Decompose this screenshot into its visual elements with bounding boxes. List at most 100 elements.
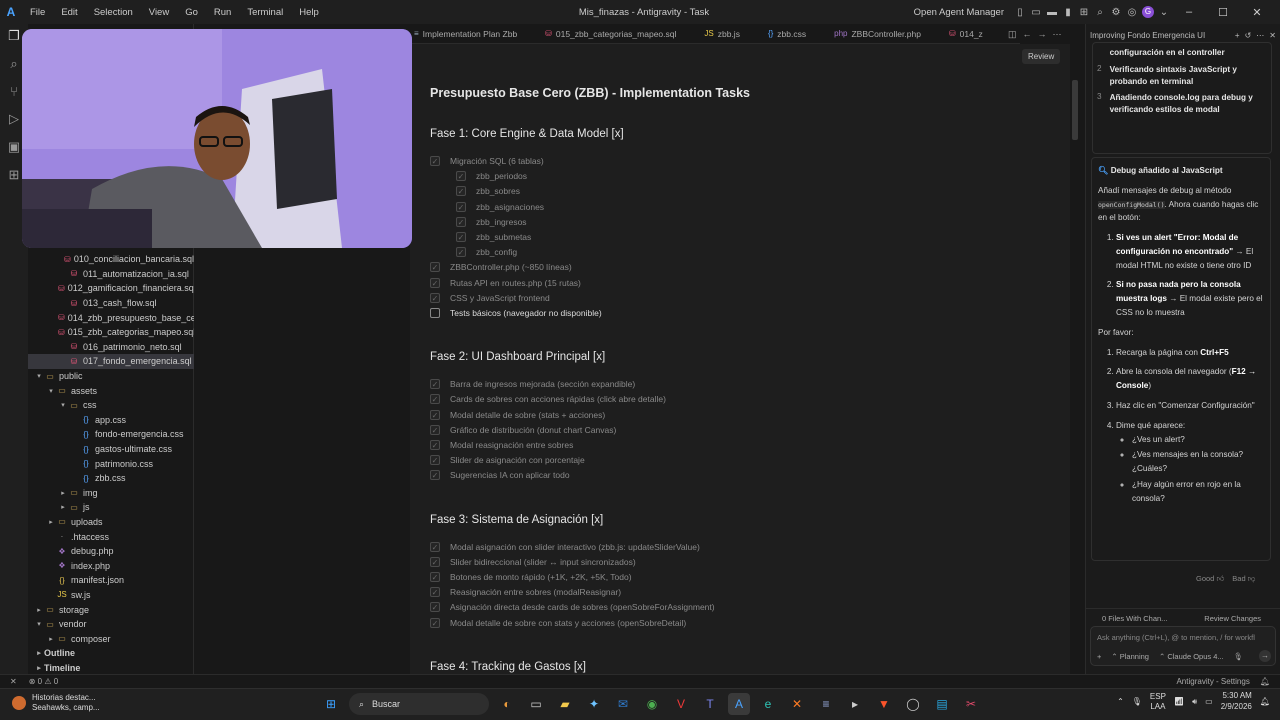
search-icon[interactable]: ⌕ (1094, 7, 1106, 18)
menu-run[interactable]: Run (206, 7, 239, 18)
terminal-icon[interactable]: ▸ (844, 693, 866, 715)
section-outline[interactable]: ▸ Outline (28, 646, 194, 661)
layout-bottom-icon[interactable]: ▬ (1046, 7, 1058, 18)
tray-chevron-icon[interactable]: ⌃ (1117, 697, 1124, 706)
menu-file[interactable]: File (22, 7, 53, 18)
tree-item[interactable]: ❖ debug.php (28, 544, 194, 559)
tree-item[interactable]: ⛁ 013_cash_flow.sql (28, 296, 194, 311)
sourcetree-icon[interactable]: ▤ (931, 693, 953, 715)
tree-item[interactable]: ⛁ 014_zbb_presupuesto_base_ce... (28, 310, 194, 325)
menu-terminal[interactable]: Terminal (239, 7, 291, 18)
extensions-icon[interactable]: ⊞ (9, 167, 20, 183)
taskbar-search[interactable]: ⌕ Buscar (349, 693, 489, 715)
chevron-down-icon[interactable]: ⌄ (1158, 7, 1170, 18)
tree-item[interactable]: {} patrimonio.css (28, 456, 194, 471)
news-widget[interactable]: Historias destac... Seahawks, camp... (12, 693, 100, 713)
minimize-button[interactable]: – (1174, 6, 1204, 18)
mic-tray-icon[interactable]: 🎙︎ (1132, 697, 1142, 706)
split-editor-icon[interactable]: ◫ (1008, 29, 1017, 40)
tree-item[interactable]: · .htaccess (28, 529, 194, 544)
editor-tab[interactable]: ⛁ 015_zbb_categorias_mapeo.sql (531, 29, 690, 39)
github-icon[interactable]: ◯ (902, 693, 924, 715)
language-indicator[interactable]: ESP LAA (1150, 692, 1166, 711)
explorer-icon[interactable]: ❐ (8, 28, 20, 44)
task-checkbox[interactable]: ✓ (456, 186, 466, 197)
chat-close-icon[interactable]: ✕ (1269, 31, 1276, 40)
task-view-icon[interactable]: ▭ (525, 693, 547, 715)
outlook-icon[interactable]: ✉ (612, 693, 634, 715)
copilot-icon[interactable]: ✦ (583, 693, 605, 715)
task-checkbox[interactable]: ✓ (430, 292, 440, 303)
tree-item[interactable]: {} manifest.json (28, 573, 194, 588)
remote-indicator-icon[interactable]: ✕ (10, 677, 17, 686)
editor-tab[interactable]: php ZBBController.php (820, 29, 935, 39)
task-checkbox[interactable]: ✓ (430, 541, 440, 552)
mode-selector[interactable]: ⌃ Planning (1111, 652, 1149, 661)
task-checkbox[interactable]: ✓ (456, 171, 466, 182)
task-checkbox[interactable]: ✓ (456, 247, 466, 258)
notifications-bell-icon[interactable]: 🔔︎ (1260, 677, 1270, 686)
run-debug-icon[interactable]: ▷ (9, 111, 19, 127)
task-checkbox[interactable]: ✓ (456, 201, 466, 212)
editor-tab[interactable]: {} zbb.css (754, 29, 820, 39)
task-checkbox[interactable]: ✓ (430, 156, 440, 166)
task-checkbox[interactable]: ✓ (430, 572, 440, 582)
maximize-button[interactable]: ☐ (1208, 6, 1238, 19)
editor-tab[interactable]: ⛁ 014_z (935, 29, 997, 39)
tree-item[interactable]: ▾ ▭ vendor (28, 617, 194, 632)
account-avatar[interactable]: G (1142, 6, 1154, 18)
open-agent-manager-button[interactable]: Open Agent Manager (914, 7, 1004, 18)
task-checkbox[interactable]: ✓ (430, 455, 440, 466)
task-checkbox[interactable]: ✓ (456, 216, 466, 227)
add-context-icon[interactable]: + (1097, 652, 1101, 661)
new-chat-icon[interactable]: + (1235, 31, 1240, 40)
task-checkbox[interactable] (430, 308, 440, 318)
tree-item[interactable]: ⛁ 011_automatizacion_ia.sql (28, 267, 194, 282)
vivaldi-icon[interactable]: V (670, 693, 692, 715)
tree-item[interactable]: ⛁ 012_gamificacion_financiera.sql (28, 281, 194, 296)
menu-view[interactable]: View (141, 7, 177, 18)
antigravity-taskbar-icon[interactable]: A (728, 693, 750, 715)
tree-item[interactable]: ▾ ▭ public (28, 369, 194, 384)
tree-item[interactable]: ❖ index.php (28, 558, 194, 573)
notification-bell-icon[interactable]: 🔔︎ (1260, 697, 1270, 706)
settings-gear-icon[interactable]: ⚙ (1110, 7, 1122, 18)
task-checkbox[interactable]: ✓ (430, 409, 440, 420)
files-changed-label[interactable]: 0 Files With Chan... (1102, 614, 1167, 623)
tree-item[interactable]: ▾ ▭ css (28, 398, 194, 413)
good-feedback-button[interactable]: Good 👍︎ (1196, 574, 1224, 584)
task-checkbox[interactable]: ✓ (430, 394, 440, 405)
tree-item[interactable]: ▸ ▭ uploads (28, 515, 194, 530)
editor-tab[interactable]: ≡ Implementation Plan Zbb (400, 29, 531, 39)
bad-feedback-button[interactable]: Bad 👎︎ (1232, 574, 1255, 584)
tree-item[interactable]: ▸ ▭ js (28, 500, 194, 515)
task-checkbox[interactable]: ✓ (430, 556, 440, 567)
menu-selection[interactable]: Selection (86, 7, 141, 18)
file-explorer-icon[interactable]: ▰ (554, 693, 576, 715)
tree-item[interactable]: {} app.css (28, 413, 194, 428)
tree-item[interactable]: ▸ ▭ storage (28, 602, 194, 617)
tree-item[interactable]: ⛁ 015_zbb_categorias_mapeo.sql (28, 325, 194, 340)
tree-item[interactable]: ▸ ▭ composer (28, 631, 194, 646)
task-checkbox[interactable]: ✓ (430, 277, 440, 288)
chat-input[interactable]: Ask anything (Ctrl+L), @ to mention, / f… (1090, 626, 1276, 666)
menu-edit[interactable]: Edit (53, 7, 85, 18)
hotdog-widget-icon[interactable]: ◐ (496, 693, 518, 715)
edge-icon[interactable]: e (757, 693, 779, 715)
problems-indicator[interactable]: ⊗ 0 ⚠ 0 (29, 677, 58, 686)
menu-help[interactable]: Help (291, 7, 327, 18)
history-icon[interactable]: ↺ (1245, 31, 1252, 40)
chrome-icon[interactable]: ◉ (641, 693, 663, 715)
tree-item[interactable]: {} fondo-emergencia.css (28, 427, 194, 442)
notepad-icon[interactable]: ≡ (815, 693, 837, 715)
task-checkbox[interactable]: ✓ (430, 602, 440, 613)
brave-icon[interactable]: ▼ (873, 693, 895, 715)
task-checkbox[interactable]: ✓ (456, 232, 466, 242)
task-checkbox[interactable]: ✓ (430, 379, 440, 390)
remote-icon[interactable]: ▣ (8, 139, 20, 155)
layout-right-icon[interactable]: ▮ (1062, 7, 1074, 18)
layout-sidebar-icon[interactable]: ▯ (1014, 7, 1026, 18)
tree-item[interactable]: ⛁ 010_conciliacion_bancaria.sql (28, 252, 194, 267)
clock[interactable]: 5:30 AM 2/9/2026 (1221, 691, 1252, 713)
model-selector[interactable]: ⌃ Claude Opus 4... (1159, 652, 1224, 661)
